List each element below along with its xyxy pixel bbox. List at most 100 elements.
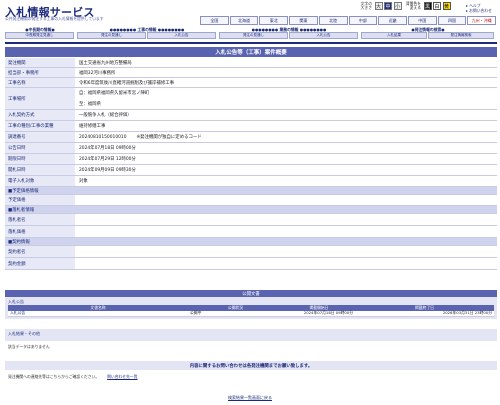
region-tab-shikoku[interactable]: 四国 — [437, 16, 467, 25]
detail-row: 入札契約方式 一般競争入札（総合評価） — [5, 110, 497, 121]
row-label: 工事名称 — [5, 78, 75, 87]
detail-row: 公告日時 2024年07月18日 09時00分 — [5, 143, 497, 154]
row-label: 期限日時 — [5, 154, 75, 164]
back-to-results-link[interactable]: 検索結果一覧画面に戻る — [0, 395, 500, 401]
detail-row: 落札価格 — [5, 226, 497, 238]
color-black-button[interactable]: 黒 — [423, 2, 432, 11]
nav-services-notice[interactable]: 入札公告 — [289, 32, 358, 39]
inquiry-banner: 内容に関するお問い合わせは各発注機関までお願い致します。 — [5, 361, 497, 370]
nav-order-search[interactable]: 発注情報検索 — [428, 32, 494, 39]
detail-row: 発注機関 国土交通省九州地方整備局 — [5, 58, 497, 68]
color-control: 背景色を変える 黒 白 黄 — [405, 1, 451, 11]
font-size-large-button[interactable]: 大 — [374, 2, 383, 11]
detail-table: 発注機関 国土交通省九州地方整備局 担当部・事務所 福岡32河川事務所 工事名称… — [5, 58, 497, 270]
region-tab-chubu[interactable]: 中部 — [348, 16, 378, 25]
inquiry-label: 発注機関への連絡先等はこちらからご確認ください。 — [8, 374, 100, 379]
doc-end: 2026年03月31日 23時00分 — [442, 310, 492, 315]
doc-status: 公開中 — [190, 310, 202, 315]
catgroup-midterm: ●中長期の情報● 中長期発注見通し — [5, 27, 75, 40]
table-row: 入札公告 公開中 2024年07月18日 09時00分 2026年03月31日 … — [8, 310, 494, 317]
other-docs-note: 該当データはありません — [8, 343, 50, 349]
font-size-control: 文字の大きさ 大 中 小 — [358, 1, 402, 11]
row-label: 入札契約方式 — [5, 110, 75, 120]
header-divider — [5, 42, 497, 44]
nav-midterm-outlook[interactable]: 中長期発注見通し — [5, 32, 74, 39]
row-label: 調達番号 — [5, 132, 75, 142]
color-white-button[interactable]: 白 — [433, 2, 441, 11]
row-value: 自：福岡県福岡県久留米市宮ノ陣町 至：福岡県 — [75, 88, 497, 109]
font-size-small-button[interactable]: 小 — [393, 2, 402, 11]
row-value: 2024年07月29日 12時00分 — [75, 154, 497, 164]
row-value: 20240810150010010 ※発注機関が独自に定めるコード — [75, 132, 497, 142]
section-estimated-price: ■予定価格情報 — [5, 187, 497, 195]
region-tab-kyushu[interactable]: 九州・沖縄 — [467, 16, 497, 25]
help-links: ▸ ヘルプ ▸ お問い合わせ — [466, 3, 492, 13]
row-label: 契約者名 — [5, 246, 75, 257]
public-documents: 公開文書 入札公告 文書名称 公開状況 掲載開始日 掲載終了日 入札公告 公開中… — [5, 290, 497, 350]
detail-row: 調達番号 20240810150010010 ※発注機関が独自に定めるコード — [5, 132, 497, 143]
region-tab-tohoku[interactable]: 東北 — [259, 16, 289, 25]
color-label: 背景色を変える — [405, 1, 421, 11]
detail-row: 電子入札対象 対象 — [5, 176, 497, 187]
font-size-label: 文字の大きさ — [360, 1, 372, 11]
detail-row: 契約者名 — [5, 246, 497, 258]
nav-works-notice[interactable]: 入札公告 — [147, 32, 216, 39]
row-label: 工事の種別/工事の業種 — [5, 121, 75, 131]
font-size-medium-button[interactable]: 中 — [384, 2, 392, 11]
site-header: 入札情報サービス 公共発注機関の発注する工事の入札情報を提供しています 文字の大… — [0, 0, 500, 40]
order-number-note: ※発注機関が独自に定めるコード — [136, 135, 202, 140]
row-value: 国土交通省九州地方整備局 — [75, 58, 497, 67]
doc-start: 2024年07月18日 09時00分 — [303, 310, 353, 315]
nav-works-outlook[interactable]: 発注の見通し — [77, 32, 146, 39]
row-value — [75, 195, 497, 205]
row-label: 電子入札対象 — [5, 176, 75, 186]
region-tab-kanto[interactable]: 関東 — [289, 16, 318, 25]
inquiry-row: 発注機関への連絡先等はこちらからご確認ください。 問い合わせ先一覧 — [5, 374, 497, 380]
catgroup-services: ●●●●●●●● 業務の情報 ●●●●●●●● 発注の見通し 入札公告 — [219, 27, 359, 40]
detail-row: 契約金額 — [5, 258, 497, 270]
row-label: 契約金額 — [5, 258, 75, 269]
row-value: 2024年07月18日 09時00分 — [75, 143, 497, 153]
region-tab-hokkaido[interactable]: 北海道 — [229, 16, 259, 25]
row-value: 一般競争入札（総合評価） — [75, 110, 497, 120]
row-label: 発注機関 — [5, 58, 75, 67]
catgroup-works: ●●●●●●●● 工事の情報 ●●●●●●●● 発注の見通し 入札公告 — [77, 27, 217, 40]
detail-row: 工事の種別/工事の業種 維持修繕工事 — [5, 121, 497, 132]
row-value: 令和6年度筑後川直轄河道掘削及び護岸補修工事 — [75, 78, 497, 87]
row-value — [75, 214, 497, 225]
category-nav: ●中長期の情報● 中長期発注見通し ●●●●●●●● 工事の情報 ●●●●●●●… — [5, 27, 497, 40]
catgroup-search: ●発注情報の検索● 入札結果 発注情報検索 — [361, 27, 495, 40]
row-value: 2024年09月09日 09時30分 — [75, 165, 497, 175]
row-value: 福岡32河川事務所 — [75, 68, 497, 77]
public-docs-title: 公開文書 — [5, 290, 497, 297]
site-subtitle: 公共発注機関の発注する工事の入札情報を提供しています — [5, 16, 104, 21]
row-value: 維持修繕工事 — [75, 121, 497, 131]
region-tab-kinki[interactable]: 近畿 — [378, 16, 407, 25]
work-location-to: 至：福岡県 — [79, 102, 101, 107]
region-tab-hokuriku[interactable]: 北陸 — [318, 16, 348, 25]
other-docs-panel: 入札結果・その他 — [5, 328, 497, 341]
work-location-from: 自：福岡県福岡県久留米市宮ノ陣町 — [79, 91, 150, 96]
section-contract: ■契約情報 — [5, 238, 497, 246]
detail-title: 入札公告等（工事）案件概要 — [5, 47, 497, 57]
nav-bid-results[interactable]: 入札結果 — [361, 32, 427, 39]
detail-row: 担当部・事務所 福岡32河川事務所 — [5, 68, 497, 78]
order-number: 20240810150010010 — [79, 134, 127, 140]
other-docs-title: 入札結果・その他 — [8, 330, 40, 336]
nav-services-outlook[interactable]: 発注の見通し — [219, 32, 288, 39]
doc-name-link[interactable]: 入札公告 — [8, 310, 188, 316]
row-value — [75, 226, 497, 237]
detail-row: 工事名称 令和6年度筑後川直轄河道掘削及び護岸補修工事 — [5, 78, 497, 88]
detail-row: 期限日時 2024年07月29日 12時00分 — [5, 154, 497, 165]
region-tab-chugoku[interactable]: 中国 — [407, 16, 437, 25]
inquiry-link[interactable]: 問い合わせ先一覧 — [107, 374, 137, 380]
section-winner: ■落札者情報 — [5, 206, 497, 214]
region-tab-zenkoku[interactable]: 全国 — [200, 16, 229, 25]
detail-row: 開札日時 2024年09月09日 09時30分 — [5, 165, 497, 176]
row-label: 落札者名 — [5, 214, 75, 225]
color-yellow-button[interactable]: 黄 — [442, 2, 451, 11]
public-docs-notice-panel: 入札公告 文書名称 公開状況 掲載開始日 掲載終了日 入札公告 公開中 2024… — [5, 297, 497, 319]
contact-link[interactable]: ▸ お問い合わせ — [466, 8, 492, 13]
row-label: 公告日時 — [5, 143, 75, 153]
row-label: 予定価格 — [5, 195, 75, 205]
